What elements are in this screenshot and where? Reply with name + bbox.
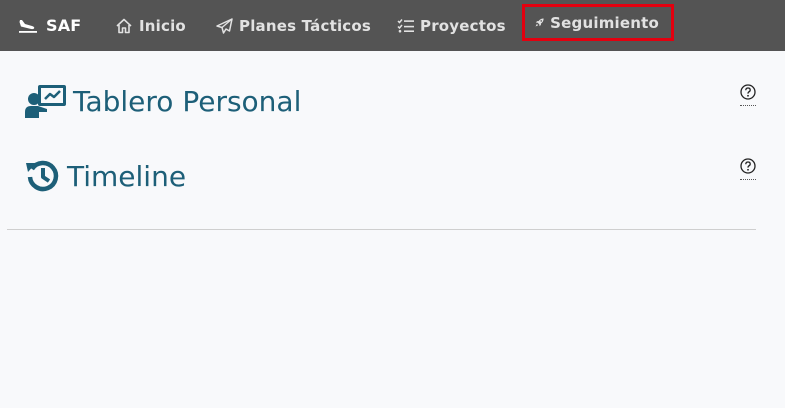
- help-button-timeline[interactable]: [740, 158, 756, 180]
- checklist-icon: [397, 19, 414, 33]
- chalkboard-teacher-icon: [25, 85, 66, 118]
- section-divider: [7, 229, 756, 230]
- section-title-timeline: Timeline: [67, 159, 187, 193]
- nav-label-proyectos: Proyectos: [420, 16, 506, 35]
- section-tablero-personal: Tablero Personal: [25, 84, 301, 118]
- brand-label: SAF: [46, 16, 82, 35]
- brand-link[interactable]: SAF: [18, 0, 81, 51]
- section-title-tablero-personal: Tablero Personal: [73, 84, 302, 118]
- nav-item-seguimiento[interactable]: Seguimiento: [522, 4, 674, 41]
- airplane-landing-icon: [19, 19, 37, 33]
- question-circle-icon: [740, 84, 756, 100]
- nav-label-planes-tacticos: Planes Tácticos: [239, 16, 372, 35]
- top-navbar: SAF Inicio Planes Tácticos Proyectos Seg…: [0, 0, 785, 51]
- question-circle-icon: [740, 158, 756, 174]
- nav-item-planes-tacticos[interactable]: Planes Tácticos: [216, 0, 371, 51]
- section-timeline: Timeline: [25, 158, 186, 194]
- history-icon: [26, 160, 59, 192]
- nav-label-inicio: Inicio: [139, 16, 186, 35]
- help-button-tablero[interactable]: [740, 84, 756, 106]
- nav-item-proyectos[interactable]: Proyectos: [397, 0, 506, 51]
- home-icon: [116, 18, 132, 33]
- rocket-icon: [535, 18, 544, 27]
- nav-item-inicio[interactable]: Inicio: [115, 0, 186, 51]
- paper-plane-icon: [216, 17, 233, 34]
- nav-label-seguimiento: Seguimiento: [550, 13, 659, 32]
